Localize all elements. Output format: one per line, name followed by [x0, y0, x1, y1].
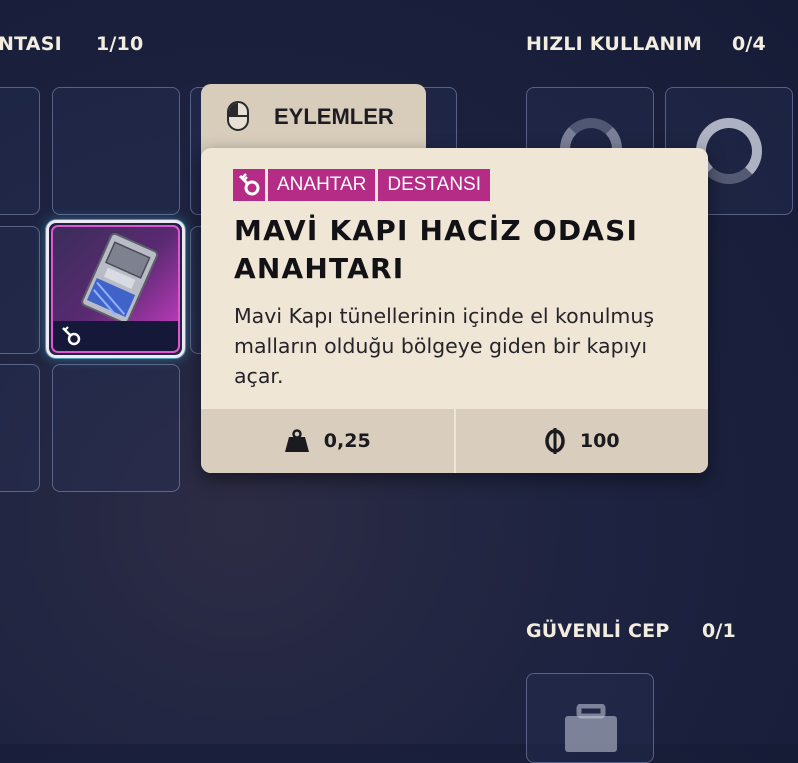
item-slot-blue-gate-key[interactable] — [46, 220, 185, 358]
weight-icon — [284, 429, 310, 453]
weight-stat: 0,25 — [201, 409, 454, 473]
inventory-slot[interactable] — [0, 226, 40, 354]
actions-label: EYLEMLER — [274, 104, 394, 129]
item-tags: ANAHTAR DESTANSI — [233, 169, 493, 201]
value-stat: 100 — [453, 409, 709, 473]
inventory-slot[interactable] — [52, 364, 180, 492]
tag-type: ANAHTAR — [268, 169, 376, 201]
mouse-icon — [227, 101, 249, 131]
item-stats: 0,25 100 — [201, 409, 708, 473]
key-icon — [62, 326, 81, 346]
safe-pocket-slot[interactable] — [526, 673, 654, 763]
inventory-slot[interactable] — [0, 87, 40, 215]
inventory-count: 1/10 — [96, 33, 144, 55]
inventory-title: NTASI — [0, 33, 62, 55]
item-description: Mavi Kapı tünellerinin içinde el konulmu… — [234, 304, 655, 388]
safe-pocket-count: 0/1 — [702, 620, 736, 642]
quick-use-title: HIZLI KULLANIM — [526, 33, 702, 55]
weight-value: 0,25 — [323, 430, 371, 452]
quick-use-count: 0/4 — [732, 33, 766, 55]
inventory-slot[interactable] — [0, 364, 40, 492]
inventory-slot[interactable] — [52, 87, 180, 215]
toolbox-icon — [565, 704, 617, 752]
tag-rarity: DESTANSI — [378, 169, 490, 201]
safe-pocket-title: GÜVENLİ CEP — [526, 620, 670, 642]
key-icon — [233, 169, 265, 201]
item-tooltip: ANAHTAR DESTANSI MAVİ KAPI HACİZ ODASI A… — [201, 148, 708, 473]
item-title: MAVİ KAPI HACİZ ODASI ANAHTARI — [234, 214, 639, 285]
value-amount: 100 — [579, 430, 620, 452]
coin-icon — [544, 428, 566, 454]
